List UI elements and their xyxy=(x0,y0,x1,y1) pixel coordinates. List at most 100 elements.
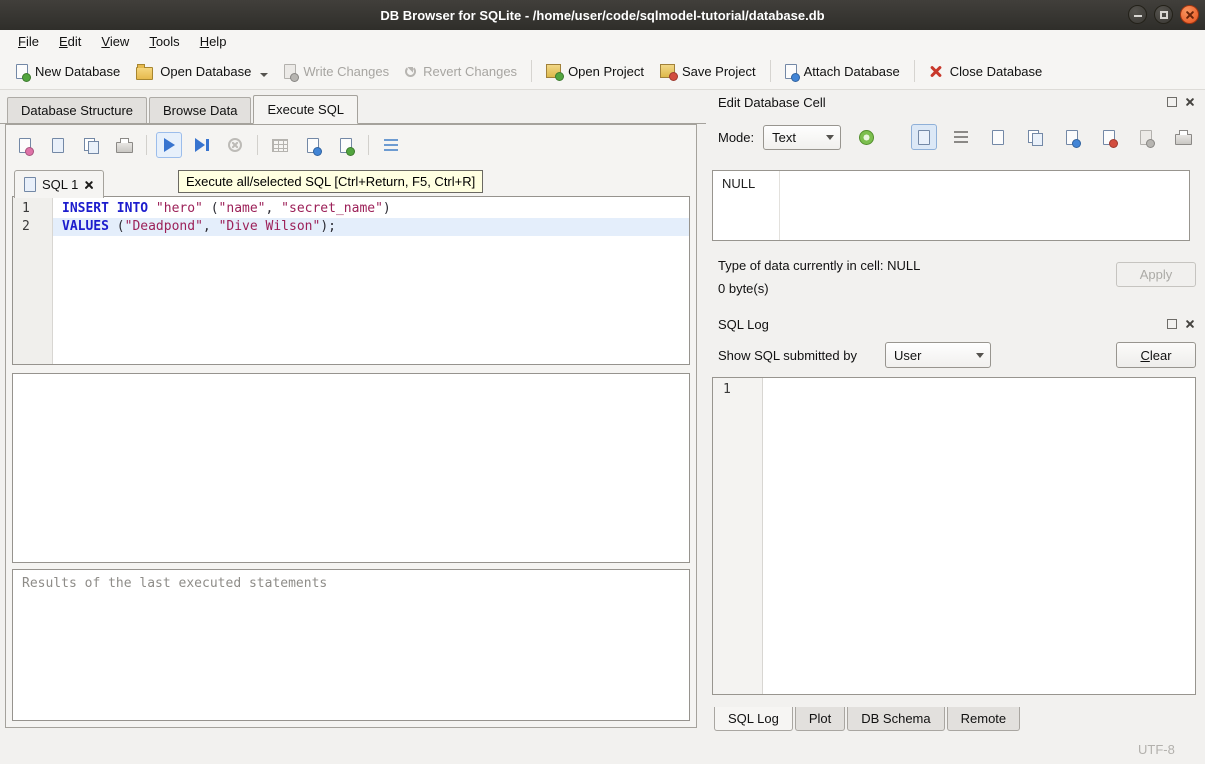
export-results-icon xyxy=(272,139,288,152)
paste-icon xyxy=(1028,130,1043,144)
paste-cell-button[interactable] xyxy=(1022,124,1048,150)
save-sql-file-button[interactable] xyxy=(45,132,71,158)
attach-database-icon xyxy=(785,64,797,79)
copy-icon xyxy=(992,130,1004,145)
sql-editor[interactable]: 1 2 INSERT INTO "hero" ("name", "secret_… xyxy=(12,196,690,365)
tab-browse-data[interactable]: Browse Data xyxy=(149,97,251,123)
find-button[interactable] xyxy=(300,132,326,158)
execute-line-button[interactable] xyxy=(189,132,215,158)
menu-item-view[interactable]: View xyxy=(91,31,139,52)
export-icon xyxy=(1103,130,1115,145)
tab-database-structure[interactable]: Database Structure xyxy=(7,97,147,123)
cell-value-editor[interactable]: NULL xyxy=(712,170,1190,241)
toolbar-separator xyxy=(770,60,771,82)
save-sql-as-button[interactable] xyxy=(78,132,104,158)
chevron-down-icon xyxy=(976,353,984,358)
save-project-button[interactable]: Save Project xyxy=(652,59,764,84)
toolbar-separator xyxy=(531,60,532,82)
sql-log-toolbar: Show SQL submitted by User Clear xyxy=(706,341,1205,369)
mode-select[interactable]: Text xyxy=(763,125,841,150)
menu-item-edit[interactable]: Edit xyxy=(49,31,91,52)
sql-editor-tab[interactable]: SQL 1 xyxy=(14,170,104,198)
edit-cell-header: Edit Database Cell xyxy=(706,92,1205,112)
cell-size-info: 0 byte(s) xyxy=(718,281,769,296)
revert-changes-icon xyxy=(405,66,416,77)
open-database-icon xyxy=(136,67,153,80)
import-cell-button[interactable] xyxy=(1059,124,1085,150)
print-cell-button[interactable] xyxy=(1170,124,1196,150)
open-project-button[interactable]: Open Project xyxy=(538,59,652,84)
word-wrap-button[interactable] xyxy=(948,124,974,150)
code-line: INSERT INTO "hero" ("name", "secret_name… xyxy=(53,200,689,218)
close-button[interactable] xyxy=(1180,5,1199,24)
stop-button[interactable] xyxy=(222,132,248,158)
write-changes-button[interactable]: Write Changes xyxy=(276,59,397,84)
open-database-button[interactable]: Open Database xyxy=(128,58,276,85)
save-project-icon xyxy=(660,64,675,78)
sql-tab-label: SQL 1 xyxy=(42,177,78,192)
minimize-button[interactable] xyxy=(1128,5,1147,24)
new-database-button[interactable]: New Database xyxy=(8,59,128,84)
menu-item-help[interactable]: Help xyxy=(190,31,237,52)
cell-action-icons xyxy=(911,124,1196,150)
print-icon xyxy=(1175,134,1192,145)
right-panel: Edit Database Cell Mode: Text NULL Type … xyxy=(706,90,1205,736)
dock-tab-remote[interactable]: Remote xyxy=(947,707,1021,731)
toolbar-separator xyxy=(257,135,258,155)
sql-toolbar xyxy=(12,129,404,161)
window-title: DB Browser for SQLite - /home/user/code/… xyxy=(0,8,1205,23)
apply-button[interactable]: Apply xyxy=(1116,262,1196,287)
new-database-icon xyxy=(16,64,28,79)
open-project-icon xyxy=(546,64,561,78)
clear-button[interactable]: Clear xyxy=(1116,342,1196,368)
close-panel-icon[interactable] xyxy=(1185,319,1195,329)
set-null-button[interactable] xyxy=(1133,124,1159,150)
float-panel-icon[interactable] xyxy=(1167,319,1177,329)
float-panel-icon[interactable] xyxy=(1167,97,1177,107)
word-wrap-icon xyxy=(954,131,968,143)
window-buttons xyxy=(1128,5,1199,24)
print-sql-button[interactable] xyxy=(111,132,137,158)
format-sql-icon xyxy=(384,139,398,151)
save-sql-as-icon xyxy=(84,138,99,152)
execute-sql-panel: SQL 1 1 2 INSERT INTO "hero" ("name", "s… xyxy=(5,124,697,728)
submitted-by-select[interactable]: User xyxy=(885,342,991,368)
close-tab-icon[interactable] xyxy=(84,180,94,190)
tab-execute-sql[interactable]: Execute SQL xyxy=(253,95,358,124)
results-message-area: Results of the last executed statements xyxy=(12,569,690,721)
dock-tab-sql-log[interactable]: SQL Log xyxy=(714,707,793,731)
format-sql-button[interactable] xyxy=(378,132,404,158)
find-icon xyxy=(307,138,319,153)
execute-all-button[interactable] xyxy=(156,132,182,158)
dock-tab-plot[interactable]: Plot xyxy=(795,707,845,731)
replace-button[interactable] xyxy=(333,132,359,158)
attach-database-button[interactable]: Attach Database xyxy=(777,59,908,84)
revert-changes-button[interactable]: Revert Changes xyxy=(397,59,525,84)
maximize-button[interactable] xyxy=(1154,5,1173,24)
export-results-button[interactable] xyxy=(267,132,293,158)
menu-item-tools[interactable]: Tools xyxy=(139,31,189,52)
close-database-button[interactable]: Close Database xyxy=(921,59,1051,84)
mode-label: Mode: xyxy=(718,130,754,145)
menu-item-file[interactable]: File xyxy=(8,31,49,52)
cell-type-info: Type of data currently in cell: NULL xyxy=(718,258,920,273)
tooltip: Execute all/selected SQL [Ctrl+Return, F… xyxy=(178,170,483,193)
toolbar-separator xyxy=(368,135,369,155)
export-cell-button[interactable] xyxy=(1096,124,1122,150)
text-mode-icon xyxy=(918,130,930,145)
dock-tab-db-schema[interactable]: DB Schema xyxy=(847,707,944,731)
titlebar: DB Browser for SQLite - /home/user/code/… xyxy=(0,0,1205,30)
results-grid-area[interactable] xyxy=(12,373,690,563)
open-sql-file-button[interactable] xyxy=(12,132,38,158)
copy-cell-button[interactable] xyxy=(985,124,1011,150)
print-icon xyxy=(116,142,133,153)
log-content xyxy=(763,378,1195,694)
mode-settings-button[interactable] xyxy=(853,124,879,150)
open-sql-file-icon xyxy=(19,138,31,153)
cell-value: NULL xyxy=(722,176,755,191)
sql-log-area[interactable]: 1 xyxy=(712,377,1196,695)
set-null-icon xyxy=(1140,130,1152,145)
toolbar-separator xyxy=(146,135,147,155)
text-mode-button[interactable] xyxy=(911,124,937,150)
close-panel-icon[interactable] xyxy=(1185,97,1195,107)
